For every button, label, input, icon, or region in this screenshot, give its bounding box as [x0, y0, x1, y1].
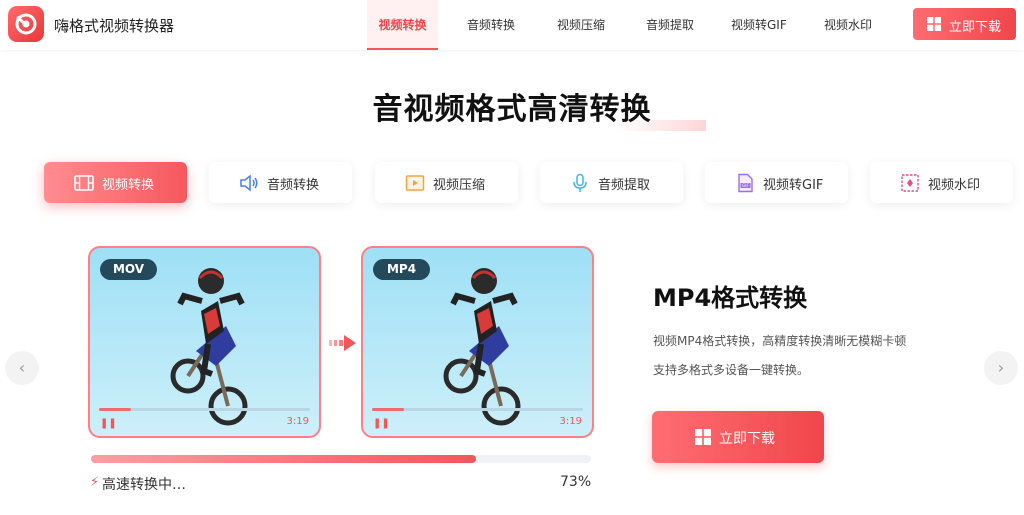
tab-label: 视频压缩	[433, 178, 486, 193]
tab-label: 视频水印	[928, 178, 981, 193]
feature-description-line2: 支持多格式多设备一键转换。	[653, 363, 810, 377]
convert-arrow-icon	[329, 335, 356, 351]
nav-item-video-compress[interactable]: 视频压缩	[557, 16, 605, 33]
format-badge: MP4	[373, 259, 430, 280]
tab-video-convert[interactable]: 视频转换	[44, 162, 187, 203]
chevron-right-icon: ›	[997, 358, 1005, 377]
nav-item-video-convert[interactable]: 视频转换	[367, 0, 438, 50]
lightning-icon: ⚡	[90, 475, 100, 490]
source-video-card: MOV ❚❚ 3:19	[88, 246, 321, 438]
nav-item-video-to-gif[interactable]: 视频转GIF	[731, 16, 787, 33]
video-progress-bar[interactable]	[372, 408, 583, 411]
windows-icon	[695, 429, 711, 445]
tab-video-watermark[interactable]: 视频水印	[870, 162, 1013, 203]
speaker-icon	[240, 174, 258, 192]
video-progress-fill	[372, 408, 404, 411]
microphone-icon	[573, 173, 587, 192]
tab-label: 视频转GIF	[763, 178, 824, 193]
svg-text:GIF: GIF	[742, 183, 749, 188]
carousel-next-button[interactable]: ›	[984, 351, 1018, 385]
tab-audio-extract[interactable]: 音频提取	[540, 162, 683, 203]
conversion-progress-bar	[91, 455, 591, 463]
windows-icon	[927, 17, 941, 31]
chevron-left-icon: ‹	[18, 358, 26, 377]
tab-label: 音频提取	[598, 178, 651, 193]
nav-item-video-watermark[interactable]: 视频水印	[824, 16, 872, 33]
target-video-card: MP4 ❚❚ 3:19	[361, 246, 594, 438]
brand-name: 嗨格式视频转换器	[54, 17, 175, 35]
conversion-progress-fill	[91, 455, 476, 463]
nav-item-label: 视频转换	[378, 18, 427, 32]
video-duration: 3:19	[559, 416, 582, 427]
nav-item-audio-extract[interactable]: 音频提取	[646, 16, 694, 33]
format-badge: MOV	[100, 259, 157, 280]
watermark-icon	[901, 174, 919, 192]
download-now-button[interactable]: 立即下载	[652, 411, 824, 463]
download-now-label: 立即下载	[719, 431, 775, 447]
header-download-button[interactable]: 立即下载	[913, 8, 1016, 40]
video-progress-bar[interactable]	[99, 408, 310, 411]
nav-item-audio-convert[interactable]: 音频转换	[467, 16, 515, 33]
pause-icon[interactable]: ❚❚	[100, 418, 117, 429]
page-title: 音视频格式高清转换	[372, 92, 652, 127]
tab-audio-convert[interactable]: 音频转换	[209, 162, 352, 203]
app-logo[interactable]	[8, 6, 44, 42]
pause-icon[interactable]: ❚❚	[373, 418, 390, 429]
tab-video-compress[interactable]: 视频压缩	[375, 162, 518, 203]
video-compress-icon	[405, 175, 425, 191]
top-header: 嗨格式视频转换器 视频转换 音频转换 视频压缩 音频提取 视频转GIF 视频水印…	[0, 0, 1024, 50]
conversion-status: 高速转换中…	[102, 477, 186, 493]
conversion-percent: 73%	[560, 474, 592, 490]
logo-icon	[15, 13, 37, 35]
tab-label: 视频转换	[102, 178, 155, 193]
feature-description-line1: 视频MP4格式转换，高精度转换清晰无模糊卡顿	[653, 334, 907, 348]
film-icon	[74, 175, 94, 191]
video-progress-fill	[99, 408, 131, 411]
gif-file-icon: GIF	[738, 173, 753, 193]
header-download-label: 立即下载	[949, 20, 1002, 35]
carousel-prev-button[interactable]: ‹	[5, 351, 39, 385]
tab-video-to-gif[interactable]: GIF 视频转GIF	[705, 162, 848, 203]
page: 嗨格式视频转换器 视频转换 音频转换 视频压缩 音频提取 视频转GIF 视频水印…	[0, 0, 1024, 515]
feature-title: MP4格式转换	[653, 284, 808, 312]
tab-label: 音频转换	[267, 178, 320, 193]
video-duration: 3:19	[286, 416, 309, 427]
